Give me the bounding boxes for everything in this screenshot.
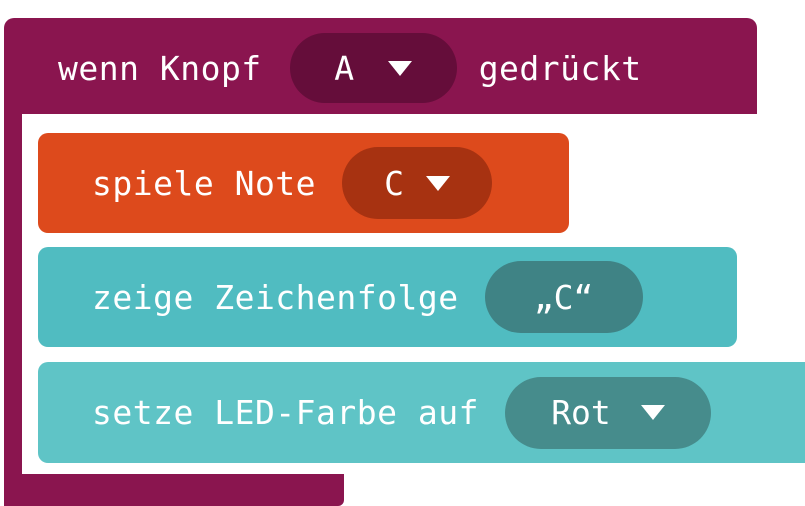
button-dropdown-value: A [334, 48, 355, 88]
play-note-block[interactable]: spiele Note C [38, 133, 569, 233]
show-string-block[interactable]: zeige Zeichenfolge „C“ [38, 247, 737, 347]
button-dropdown[interactable]: A [289, 33, 457, 103]
triangle-down-icon [388, 60, 413, 76]
note-dropdown-value: C [384, 163, 404, 203]
string-input[interactable]: „C“ [484, 261, 643, 333]
event-suffix-label: gedrückt [478, 48, 642, 88]
note-dropdown[interactable]: C [342, 147, 493, 219]
string-input-value: „C“ [533, 277, 594, 317]
triangle-down-icon [640, 405, 665, 420]
event-block-side [4, 100, 22, 490]
triangle-down-icon [425, 175, 450, 191]
event-prefix-label: wenn Knopf [58, 48, 262, 88]
color-dropdown-value: Rot [551, 393, 611, 432]
event-header: wenn Knopf A gedrückt [58, 30, 642, 106]
set-led-color-block[interactable]: setze LED-Farbe auf Rot [38, 362, 805, 463]
show-string-label: zeige Zeichenfolge [92, 277, 459, 317]
set-led-color-label: setze LED-Farbe auf [92, 393, 479, 432]
event-block-bottom [4, 474, 344, 506]
play-note-label: spiele Note [92, 163, 317, 203]
color-dropdown[interactable]: Rot [505, 376, 711, 449]
